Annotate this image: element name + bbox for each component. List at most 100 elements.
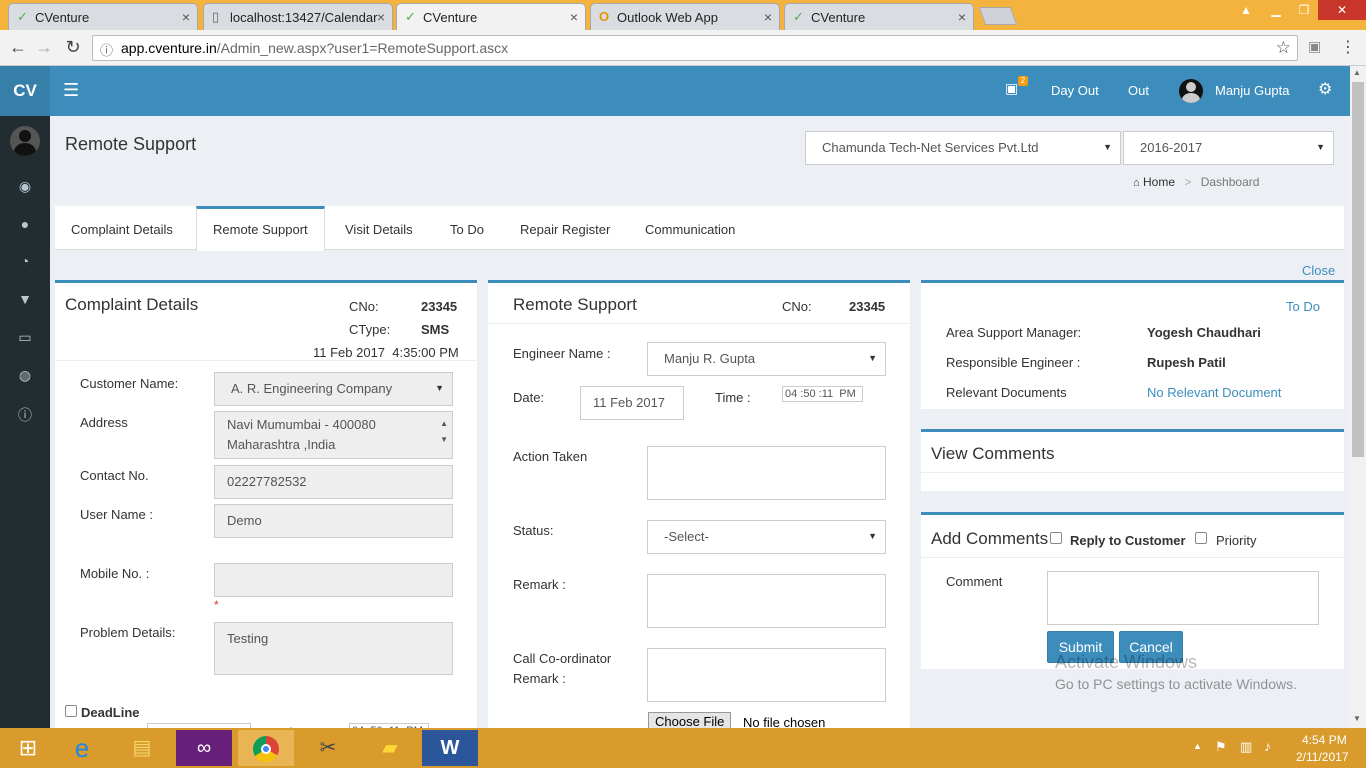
problem-label: Problem Details: (80, 625, 176, 640)
priority-checkbox[interactable] (1195, 532, 1207, 544)
responsible-engineer-value: Rupesh Patil (1147, 355, 1226, 370)
close-icon[interactable]: × (570, 9, 578, 25)
close-link[interactable]: Close (1302, 263, 1335, 278)
home-icon: ⌂ (1133, 177, 1140, 189)
scroll-down-icon[interactable]: ▼ (440, 430, 448, 450)
day-out-link[interactable]: Day Out (1051, 83, 1099, 98)
comment-textarea[interactable] (1047, 571, 1319, 625)
credit-card-icon[interactable]: ▭ (0, 329, 50, 346)
close-icon[interactable]: × (764, 9, 772, 25)
globe-icon[interactable]: ◍ (0, 367, 50, 384)
new-tab-button[interactable] (978, 7, 1018, 25)
chevron-down-icon: ▼ (1316, 142, 1325, 152)
todo-link[interactable]: To Do (1286, 299, 1320, 314)
url-input[interactable]: ⓘ app.cventure.in/Admin_new.aspx?user1=R… (92, 35, 1298, 61)
sticky-notes-icon[interactable]: ▰ (362, 730, 418, 766)
time-input[interactable]: 04 :50 :11 PM (782, 386, 863, 402)
app-logo[interactable]: CV (0, 66, 50, 116)
hamburger-icon[interactable]: ☰ (63, 80, 79, 101)
tab-title: localhost:13427/Calendar (230, 10, 378, 25)
info-icon[interactable]: ⓘ (0, 405, 50, 425)
remark-label: Remark : (513, 577, 566, 592)
browser-tab[interactable]: ✓ CVenture × (8, 3, 198, 30)
menu-icon[interactable]: ⋮ (1340, 37, 1356, 57)
user-icon[interactable]: ● (0, 216, 50, 232)
gears-icon[interactable]: ⚙ (1318, 79, 1332, 99)
reply-to-customer-checkbox[interactable] (1050, 532, 1062, 544)
network-icon[interactable]: ▥ (1240, 739, 1252, 755)
action-taken-textarea[interactable] (647, 446, 886, 500)
deadline-checkbox[interactable] (65, 705, 77, 717)
engineer-select[interactable]: Manju R. Gupta ▼ (647, 342, 886, 376)
engineer-label: Engineer Name : (513, 346, 611, 361)
clock-date[interactable]: 2/11/2017 (1296, 750, 1349, 764)
documents-link[interactable]: No Relevant Document (1147, 385, 1281, 400)
deadline-label: DeadLine (81, 705, 140, 720)
contact-input[interactable]: 02227782532 (214, 465, 453, 499)
close-icon[interactable]: × (377, 9, 385, 25)
visual-studio-icon[interactable]: ∞ (176, 730, 232, 766)
username-input[interactable]: Demo (214, 504, 453, 538)
check-icon: ✓ (405, 9, 416, 24)
cno-label: CNo: (782, 299, 812, 314)
address-textarea[interactable]: Navi Mumumbai - 400080 Maharashtra ,Indi… (214, 411, 453, 459)
tray-expand-icon[interactable]: ▲ (1193, 741, 1202, 751)
windows-start-icon[interactable]: ⊞ (0, 730, 56, 766)
tab-remote-support-active[interactable]: Remote Support (196, 206, 325, 251)
volume-icon[interactable]: ♪ (1264, 738, 1271, 754)
page-scrollbar[interactable]: ▲ ▼ (1350, 66, 1366, 728)
flag-icon[interactable]: ⚑ (1215, 739, 1227, 755)
bookmark-star-icon[interactable]: ☆ (1276, 38, 1291, 58)
forward-arrow-icon[interactable]: → (32, 37, 56, 58)
tab-title: CVenture (423, 10, 478, 25)
browser-tab[interactable]: ✓ CVenture × (784, 3, 974, 30)
mobile-input[interactable] (214, 563, 453, 597)
remark-textarea[interactable] (647, 574, 886, 628)
user-name[interactable]: Manju Gupta (1215, 83, 1289, 98)
tab-visit-details[interactable]: Visit Details (345, 222, 413, 237)
company-select[interactable]: Chamunda Tech-Net Services Pvt.Ltd ▼ (805, 131, 1121, 165)
check-icon: ✓ (17, 9, 28, 24)
close-icon[interactable]: × (958, 9, 966, 25)
tab-communication[interactable]: Communication (645, 222, 735, 237)
panel-title: Complaint Details (65, 295, 199, 314)
back-arrow-icon[interactable]: ← (6, 37, 30, 58)
reload-icon[interactable]: ↻ (61, 37, 85, 58)
tools-icon[interactable]: ✂ (300, 730, 356, 766)
dashboard-icon[interactable]: ◉ (0, 178, 50, 195)
file-explorer-icon[interactable]: ▤ (114, 730, 170, 766)
scroll-down-icon[interactable]: ▼ (1353, 714, 1361, 723)
tab-complaint-details[interactable]: Complaint Details (71, 222, 173, 237)
internet-explorer-icon[interactable]: e (54, 730, 110, 766)
breadcrumb-home[interactable]: Home (1143, 175, 1175, 189)
date-input[interactable]: 11 Feb 2017 (580, 386, 684, 420)
close-icon[interactable]: × (182, 9, 190, 25)
avatar[interactable] (1179, 79, 1203, 103)
out-link[interactable]: Out (1128, 83, 1149, 98)
clock-time[interactable]: 4:54 PM (1302, 733, 1347, 747)
browser-tab[interactable]: O Outlook Web App × (590, 3, 780, 30)
restore-button[interactable]: ❐ (1290, 0, 1318, 20)
notification-icon[interactable]: ▣ (1005, 80, 1018, 97)
year-select[interactable]: 2016-2017 ▼ (1123, 131, 1334, 165)
scroll-up-icon[interactable]: ▲ (1353, 68, 1361, 77)
browser-tab-active[interactable]: ✓ CVenture × (396, 3, 586, 30)
chrome-icon[interactable] (238, 730, 294, 766)
minimize-button[interactable]: ▁ (1262, 0, 1290, 20)
window-close-button[interactable]: ✕ (1318, 0, 1366, 20)
problem-textarea[interactable]: Testing (214, 622, 453, 675)
coordinator-remark-textarea[interactable] (647, 648, 886, 702)
user-icon[interactable]: ▲ (1232, 0, 1260, 20)
word-icon[interactable]: W (422, 730, 478, 766)
username-label: User Name : (80, 507, 153, 522)
browser-tab[interactable]: ▯ localhost:13427/Calendar × (203, 3, 393, 30)
scrollbar-thumb[interactable] (1352, 82, 1364, 457)
tab-to-do[interactable]: To Do (450, 222, 484, 237)
tab-repair-register[interactable]: Repair Register (520, 222, 610, 237)
pie-chart-icon[interactable]: ◔ (0, 253, 50, 269)
breadcrumb-separator: > (1184, 175, 1192, 189)
status-select[interactable]: -Select- ▼ (647, 520, 886, 554)
customer-name-select[interactable]: A. R. Engineering Company ▼ (214, 372, 453, 406)
cart-icon[interactable]: ▼ (0, 291, 50, 307)
extension-icon[interactable]: ▣ (1308, 38, 1321, 55)
